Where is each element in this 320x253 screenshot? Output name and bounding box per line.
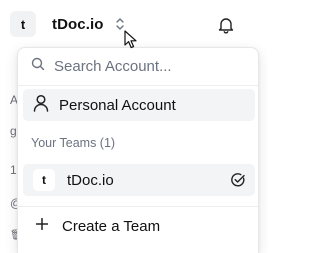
search-icon (31, 57, 45, 76)
search-account-input[interactable] (54, 58, 244, 75)
check-circle-icon (230, 172, 246, 188)
personal-account-label: Personal Account (59, 96, 176, 114)
bg-sidebar-glyph: 1 (10, 163, 17, 177)
user-icon (33, 94, 49, 117)
chevron-up-down-icon (115, 17, 125, 31)
team-switcher-dropdown: Personal Account Your Teams (1) t tDoc.i… (17, 47, 259, 253)
dropdown-divider (18, 206, 258, 207)
team-item-tdoc[interactable]: t tDoc.io (23, 164, 255, 196)
current-team-name: tDoc.io (52, 15, 104, 33)
team-name: tDoc.io (67, 171, 114, 189)
create-team-button[interactable]: Create a Team (23, 210, 255, 242)
plus-icon (35, 217, 49, 235)
bg-sidebar-glyph: g (10, 124, 17, 138)
create-team-label: Create a Team (62, 217, 161, 235)
teams-section-label: Your Teams (1) (31, 136, 116, 150)
bell-icon[interactable] (215, 14, 237, 36)
team-switcher-button[interactable]: t tDoc.io (10, 8, 133, 40)
search-bar (18, 48, 258, 86)
team-avatar: t (10, 11, 36, 37)
app-screen: A g 1 @ 🗑 t tDoc.io (0, 0, 268, 253)
team-avatar: t (33, 169, 55, 191)
personal-account-item[interactable]: Personal Account (23, 89, 255, 121)
